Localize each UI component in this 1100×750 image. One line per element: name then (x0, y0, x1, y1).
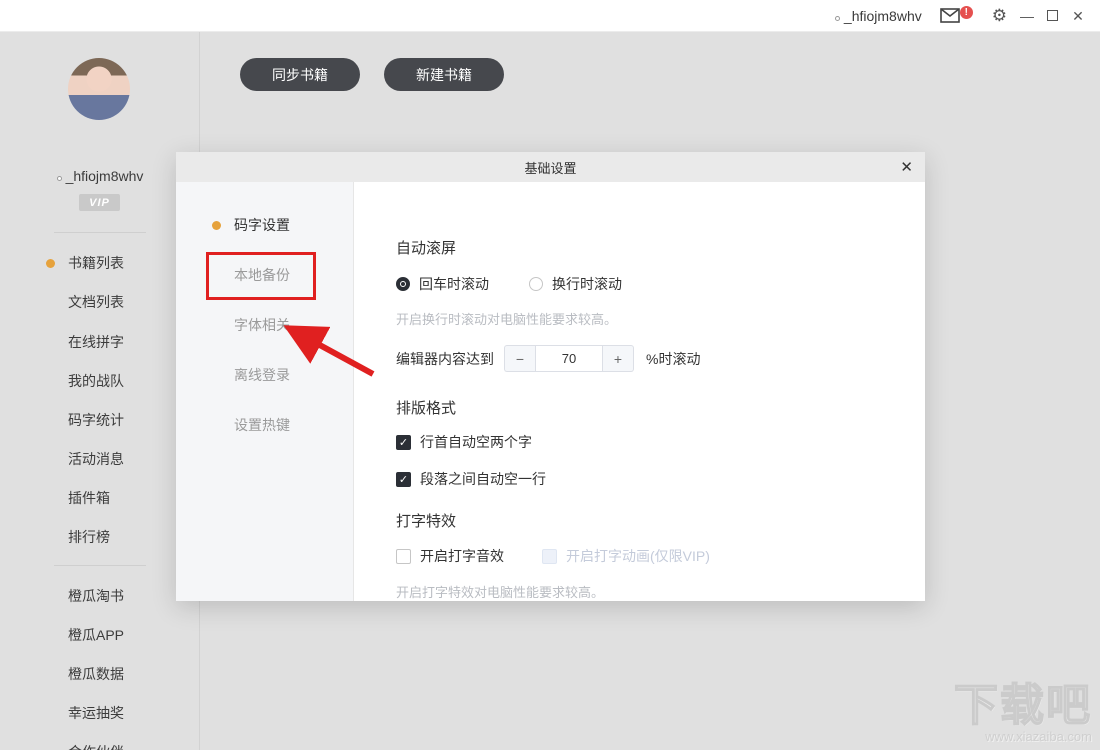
section-title-format: 排版格式 (396, 400, 457, 417)
autoscroll-radio-row: 回车时滚动 换行时滚动 (396, 274, 622, 294)
checkbox-label[interactable]: 开启打字音效 (420, 546, 504, 566)
sidebar-item-label: 书籍列表 (68, 255, 124, 271)
checkbox-label[interactable]: 行首自动空两个字 (420, 432, 532, 452)
sidebar-item-label: 橙瓜数据 (68, 666, 124, 682)
sidebar-item-partners[interactable]: 合作伙伴 (46, 742, 124, 750)
vip-badge: VIP (79, 194, 120, 211)
checkbox-auto-indent[interactable]: ✓ (396, 434, 411, 450)
sidebar-item-label: 在线拼字 (68, 334, 124, 350)
dialog-title: 基础设置 (524, 160, 577, 176)
sidebar-item-activity-news[interactable]: 活动消息 (46, 449, 124, 469)
checkbox-typing-animation[interactable] (542, 548, 557, 564)
titlebar-user[interactable]: _hfiojm8whv (834, 7, 922, 24)
titlebar-username: _hfiojm8whv (843, 7, 922, 24)
mail-icon (939, 8, 960, 23)
stepper-plus-button[interactable]: + (603, 345, 634, 372)
sidebar-item-chenggua-app[interactable]: 橙瓜APP (46, 625, 124, 645)
dialog-nav-label: 码字设置 (234, 217, 290, 233)
dialog-header: 基础设置 ✕ (176, 152, 925, 182)
avatar[interactable] (68, 58, 130, 120)
threshold-input[interactable] (535, 345, 603, 372)
sidebar-item-label: 橙瓜淘书 (68, 588, 124, 604)
radio-label[interactable]: 回车时滚动 (419, 274, 489, 294)
status-dot-icon (56, 176, 62, 181)
format-check-blankline-row: ✓ 段落之间自动空一行 (396, 469, 546, 489)
minimize-button[interactable]: — (1019, 9, 1035, 23)
titlebar: _hfiojm8whv ! ⚙ — ✕ (0, 0, 1100, 32)
annotation-red-arrow-icon (283, 325, 375, 377)
sidebar-item-label: 幸运抽奖 (68, 705, 124, 721)
section-title-autoscroll: 自动滚屏 (396, 240, 457, 257)
sidebar-username: _hfiojm8whv (65, 168, 144, 184)
checkbox-label[interactable]: 段落之间自动空一行 (420, 469, 546, 489)
sidebar-item-label: 插件箱 (68, 490, 110, 506)
active-dot-icon (212, 220, 221, 230)
sidebar-item-chenggua-books[interactable]: 橙瓜淘书 (46, 586, 124, 606)
checkbox-label-disabled: 开启打字动画(仅限VIP) (566, 548, 710, 564)
sidebar-item-label: 码字统计 (68, 412, 124, 428)
sidebar-item-doc-list[interactable]: 文档列表 (46, 292, 124, 312)
stepper-minus-button[interactable]: − (504, 345, 535, 372)
sidebar-item-book-list[interactable]: 书籍列表 (46, 253, 124, 273)
checkbox-blank-line[interactable]: ✓ (396, 471, 411, 487)
sidebar-item-lucky-draw[interactable]: 幸运抽奖 (46, 703, 124, 723)
section-title-effects: 打字特效 (396, 513, 457, 530)
sidebar-item-label: 我的战队 (68, 373, 124, 389)
sidebar: _hfiojm8whv VIP 书籍列表 文档列表 在线拼字 我的战队 码字统计… (0, 32, 200, 750)
sidebar-item-label: 橙瓜APP (68, 627, 125, 643)
dialog-nav-label: 设置热键 (234, 417, 290, 433)
watermark: 下载吧 www.xiazaiba.com (953, 669, 1092, 744)
close-button[interactable]: ✕ (1070, 9, 1086, 23)
sidebar-item-label: 文档列表 (68, 294, 124, 310)
mail-button[interactable]: ! (939, 6, 973, 23)
dialog-content: 自动滚屏 回车时滚动 换行时滚动 开启换行时滚动对电脑性能要求较高。 编辑器内容… (354, 182, 925, 601)
threshold-label: 编辑器内容达到 (396, 350, 494, 367)
status-dot-icon (834, 15, 840, 21)
threshold-suffix: %时滚动 (646, 350, 701, 367)
sidebar-item-chenggua-data[interactable]: 橙瓜数据 (46, 664, 124, 684)
annotation-red-box (206, 252, 316, 300)
effects-check-row: 开启打字音效 开启打字动画(仅限VIP) (396, 546, 710, 566)
sidebar-item-writing-stats[interactable]: 码字统计 (46, 410, 124, 430)
active-dot-icon (46, 258, 55, 268)
sync-books-button[interactable]: 同步书籍 (240, 58, 360, 91)
sidebar-item-my-team[interactable]: 我的战队 (46, 371, 124, 391)
dialog-nav-typing-settings[interactable]: 码字设置 (212, 215, 290, 235)
dialog-nav-hotkeys[interactable]: 设置热键 (212, 415, 290, 435)
sidebar-item-ranking[interactable]: 排行榜 (46, 527, 110, 547)
sidebar-item-label: 活动消息 (68, 451, 124, 467)
radio-label[interactable]: 换行时滚动 (552, 274, 622, 294)
effects-hint: 开启打字特效对电脑性能要求较高。 (396, 585, 605, 600)
sidebar-user: _hfiojm8whv (0, 168, 200, 184)
sidebar-item-online-writing[interactable]: 在线拼字 (46, 332, 124, 352)
threshold-stepper: − + (504, 345, 634, 372)
radio-scroll-on-enter[interactable] (396, 277, 410, 291)
dialog-body: 码字设置 本地备份 字体相关 离线登录 设置热键 自动滚屏 回车时滚动 换行时滚… (176, 182, 925, 601)
gear-icon[interactable]: ⚙ (992, 7, 1007, 24)
autoscroll-hint: 开启换行时滚动对电脑性能要求较高。 (396, 312, 618, 327)
watermark-logo: 下载吧 (953, 680, 1092, 731)
dialog-close-icon[interactable]: ✕ (900, 152, 913, 182)
format-check-indent-row: ✓ 行首自动空两个字 (396, 432, 532, 452)
dialog-nav: 码字设置 本地备份 字体相关 离线登录 设置热键 (176, 182, 354, 601)
new-book-button[interactable]: 新建书籍 (384, 58, 504, 91)
sidebar-item-label: 排行榜 (68, 529, 110, 545)
divider (54, 232, 146, 233)
radio-scroll-on-newline[interactable] (529, 277, 543, 291)
sidebar-item-plugin-box[interactable]: 插件箱 (46, 488, 110, 508)
scroll-threshold-row: 编辑器内容达到 − + %时滚动 (396, 345, 700, 372)
checkbox-typing-sound[interactable] (396, 548, 411, 564)
sidebar-item-label: 合作伙伴 (68, 742, 124, 750)
mail-badge: ! (959, 6, 973, 19)
divider (54, 565, 146, 566)
maximize-button[interactable] (1047, 10, 1058, 21)
